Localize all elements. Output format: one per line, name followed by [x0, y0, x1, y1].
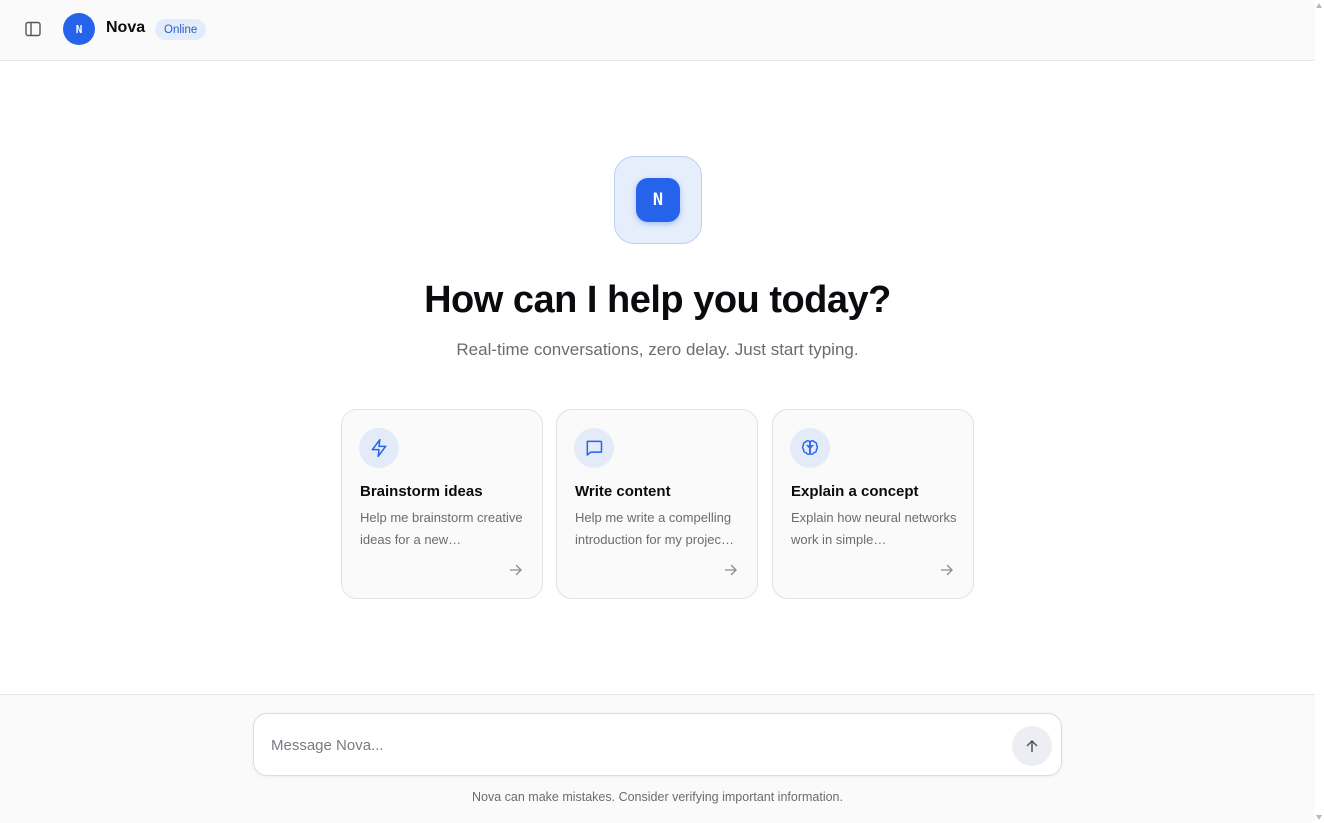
page-title: How can I help you today? — [424, 279, 891, 321]
scroll-down-arrow-icon[interactable] — [1316, 815, 1322, 820]
sidebar-panel-icon — [25, 21, 41, 37]
suggestion-card-write[interactable]: Write content Help me write a compelling… — [556, 409, 758, 599]
chat-app: N Nova Online N How can I help you today… — [0, 0, 1324, 823]
vertical-scrollbar[interactable] — [1315, 0, 1324, 823]
app-name: Nova — [106, 19, 146, 36]
message-input[interactable] — [271, 728, 1001, 762]
card-description: Help me write a compelling introduction … — [575, 510, 734, 547]
top-bar: N Nova Online — [0, 0, 1315, 61]
sidebar-toggle-button[interactable] — [21, 17, 45, 41]
lightning-icon — [359, 428, 399, 468]
arrow-up-icon — [1026, 740, 1038, 753]
composer-box — [253, 713, 1062, 776]
card-description: Help me brainstorm creative ideas for a … — [360, 510, 523, 547]
suggestion-card-explain[interactable]: Explain a concept Explain how neural net… — [772, 409, 974, 599]
arrow-right-icon — [724, 564, 737, 576]
send-button[interactable] — [1012, 726, 1052, 766]
arrow-right-icon — [940, 564, 953, 576]
brain-icon — [790, 428, 830, 468]
status-badge: Online — [155, 19, 207, 40]
composer-area: Nova can make mistakes. Consider verifyi… — [0, 694, 1315, 823]
card-description: Explain how neural networks work in simp… — [791, 510, 957, 547]
scroll-up-arrow-icon[interactable] — [1316, 3, 1322, 8]
nova-logo: N — [63, 13, 95, 45]
hero-logo: N — [636, 178, 680, 222]
card-title: Explain a concept — [791, 483, 919, 500]
message-square-icon — [574, 428, 614, 468]
page-subtitle: Real-time conversations, zero delay. Jus… — [456, 340, 859, 359]
suggestion-card-brainstorm[interactable]: Brainstorm ideas Help me brainstorm crea… — [341, 409, 543, 599]
hero-logo-frame: N — [614, 156, 702, 244]
card-title: Write content — [575, 483, 671, 500]
card-title: Brainstorm ideas — [360, 483, 483, 500]
arrow-right-icon — [509, 564, 522, 576]
disclaimer-text: Nova can make mistakes. Consider verifyi… — [472, 790, 843, 804]
